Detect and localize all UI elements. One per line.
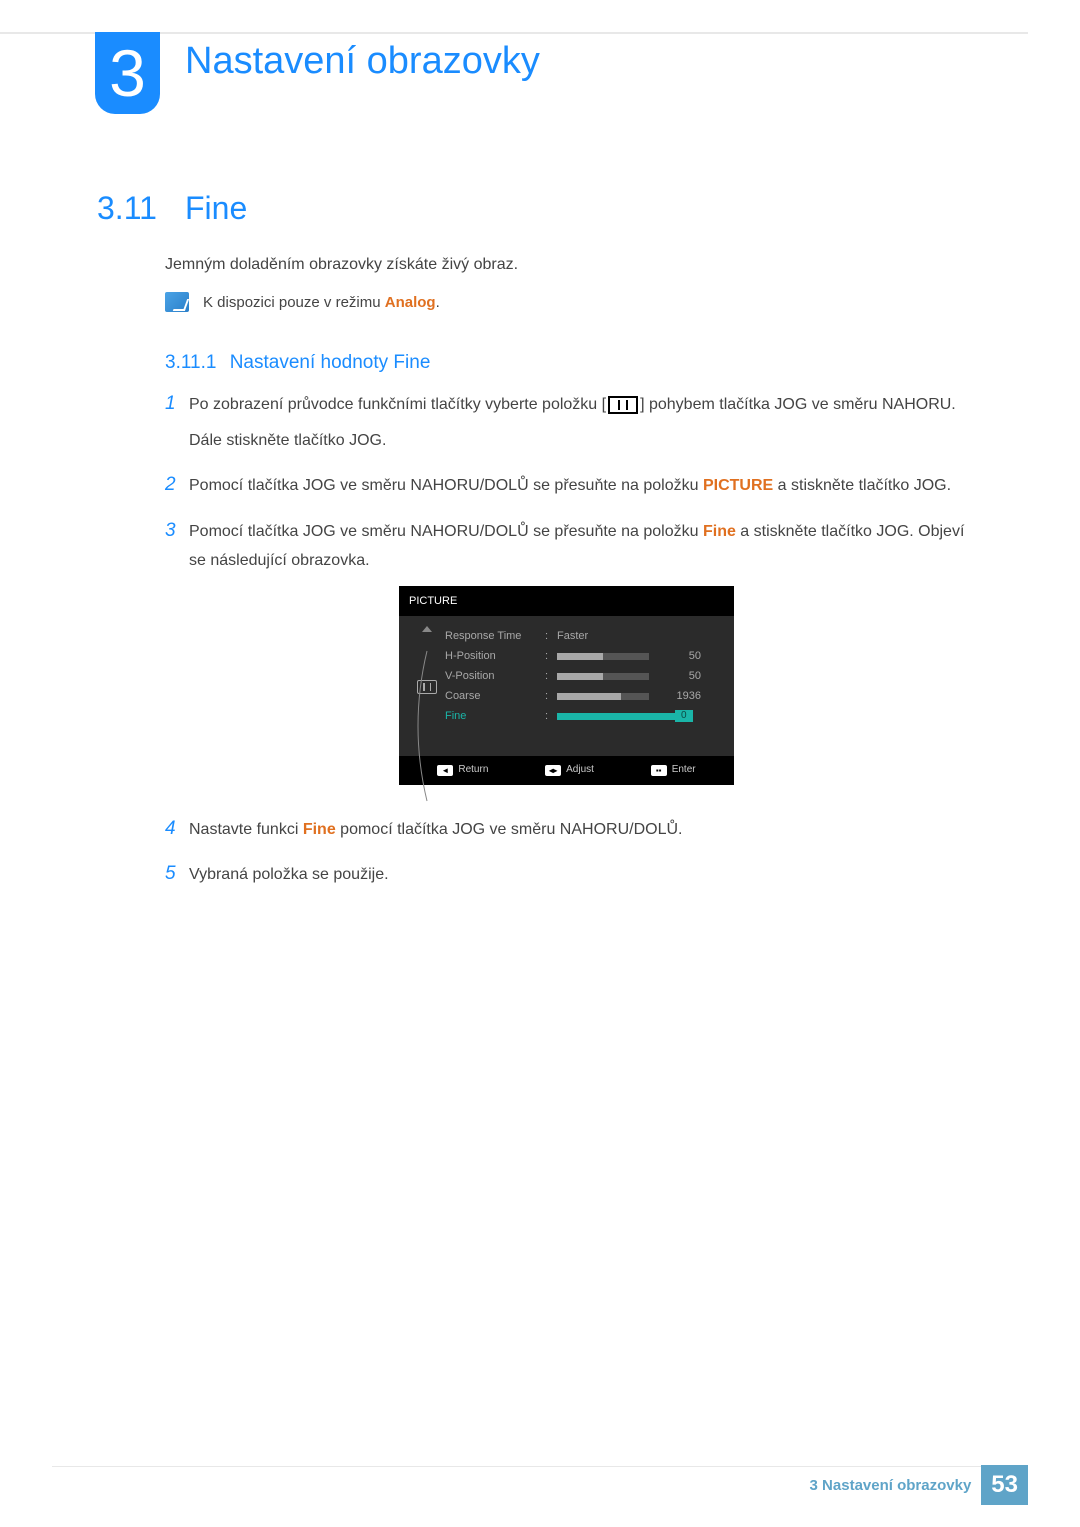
footer-label: Adjust [566, 761, 594, 780]
note-row: K dispozici pouze v režimu Analog. [165, 292, 440, 312]
osd-label: Fine [445, 706, 545, 726]
osd-label: Coarse [445, 686, 545, 706]
footer-label: Enter [672, 761, 696, 780]
osd-row-h-position: H-Position : 50 [445, 646, 724, 666]
section-title: Fine [185, 190, 247, 227]
osd-footer-return: ◄ Return [437, 761, 488, 780]
step-body: Nastavte funkci Fine pomocí tlačítka JOG… [189, 815, 682, 845]
note-icon [165, 292, 189, 312]
colon: : [545, 646, 557, 666]
subsection-heading: 3.11.1 Nastavení hodnoty Fine [165, 352, 430, 374]
intro-text: Jemným doladěním obrazovky získáte živý … [165, 256, 518, 274]
osd-value: 1936 [661, 686, 701, 706]
osd-footer-enter: ▪▪ Enter [651, 761, 696, 780]
osd-slider [557, 673, 649, 680]
osd-slider [557, 653, 649, 660]
subsection-title: Nastavení hodnoty Fine [230, 352, 431, 373]
step4-pre: Nastavte funkci [189, 821, 303, 838]
colon: : [545, 666, 557, 686]
osd-label: H-Position [445, 646, 545, 666]
osd-value: 50 [661, 666, 701, 686]
colon: : [545, 686, 557, 706]
step-body: Pomocí tlačítka JOG ve směru NAHORU/DOLŮ… [189, 517, 980, 799]
osd-value-active: 0 [675, 710, 693, 722]
chapter-title: Nastavení obrazovky [185, 40, 540, 83]
osd-row-fine: Fine : 0 [445, 706, 724, 726]
step-2: 2 Pomocí tlačítka JOG ve směru NAHORU/DO… [165, 471, 980, 501]
osd-footer-adjust: ◂▸ Adjust [545, 761, 594, 780]
step-body: Po zobrazení průvodce funkčními tlačítky… [189, 390, 956, 455]
key-icon: ◄ [437, 765, 453, 776]
osd-slider-active [557, 713, 675, 720]
step-number: 1 [165, 390, 189, 455]
osd-footer: ◄ Return ◂▸ Adjust ▪▪ Enter [399, 756, 734, 785]
chapter-number: 3 [109, 40, 146, 106]
osd-label: Response Time [445, 626, 545, 646]
step1-pre: Po zobrazení průvodce funkčními tlačítky… [189, 396, 606, 413]
step-number: 2 [165, 471, 189, 501]
key-icon: ◂▸ [545, 765, 561, 776]
step1-line2: Dále stiskněte tlačítko JOG. [189, 426, 956, 456]
steps-list: 1 Po zobrazení průvodce funkčními tlačít… [165, 390, 980, 906]
menu-icon [608, 396, 638, 414]
colon: : [545, 626, 557, 646]
step2-post: a stiskněte tlačítko JOG. [773, 477, 951, 494]
osd-row-response-time: Response Time : Faster [445, 626, 724, 646]
step3-pre: Pomocí tlačítka JOG ve směru NAHORU/DOLŮ… [189, 523, 703, 540]
osd-value: 50 [661, 646, 701, 666]
keyword-fine: Fine [303, 821, 336, 838]
step-4: 4 Nastavte funkci Fine pomocí tlačítka J… [165, 815, 980, 845]
arrow-up-icon [422, 626, 432, 632]
osd-label: V-Position [445, 666, 545, 686]
footer-text: 3 Nastavení obrazovky [810, 1477, 972, 1494]
step-number: 3 [165, 517, 189, 799]
keyword-picture: PICTURE [703, 477, 773, 494]
osd-rows: Response Time : Faster H-Position : 50 V… [445, 622, 724, 728]
footer-label: Return [458, 761, 488, 780]
step-1: 1 Po zobrazení průvodce funkčními tlačít… [165, 390, 980, 455]
note-text: K dispozici pouze v režimu Analog. [203, 294, 440, 311]
osd-body: Response Time : Faster H-Position : 50 V… [399, 616, 734, 756]
arc-decoration [409, 706, 445, 728]
step-number: 5 [165, 860, 189, 890]
osd-header: PICTURE [399, 586, 734, 616]
step-5: 5 Vybraná položka se použije. [165, 860, 980, 890]
keyword-fine: Fine [703, 523, 736, 540]
note-highlight: Analog [385, 294, 436, 311]
section-number: 3.11 [97, 190, 157, 227]
step4-post: pomocí tlačítka JOG ve směru NAHORU/DOLŮ… [336, 821, 683, 838]
step1-post: ] pohybem tlačítka JOG ve směru NAHORU. [640, 396, 956, 413]
step2-pre: Pomocí tlačítka JOG ve směru NAHORU/DOLŮ… [189, 477, 703, 494]
osd-slider [557, 693, 649, 700]
osd-row-coarse: Coarse : 1936 [445, 686, 724, 706]
note-prefix: K dispozici pouze v režimu [203, 294, 385, 311]
step-3: 3 Pomocí tlačítka JOG ve směru NAHORU/DO… [165, 517, 980, 799]
page-footer: 3 Nastavení obrazovky 53 [810, 1465, 1028, 1505]
colon: : [545, 706, 557, 726]
osd-left-column [409, 622, 445, 728]
chapter-tab: 3 [95, 32, 160, 114]
osd-row-v-position: V-Position : 50 [445, 666, 724, 686]
step-number: 4 [165, 815, 189, 845]
osd-screenshot: PICTURE Response Time : Faster [399, 586, 734, 785]
osd-value: Faster [557, 626, 619, 646]
step-body: Pomocí tlačítka JOG ve směru NAHORU/DOLŮ… [189, 471, 951, 501]
subsection-number: 3.11.1 [165, 352, 216, 373]
key-icon: ▪▪ [651, 765, 667, 776]
page-number: 53 [981, 1465, 1028, 1505]
note-suffix: . [436, 294, 440, 311]
step-body: Vybraná položka se použije. [189, 860, 389, 890]
